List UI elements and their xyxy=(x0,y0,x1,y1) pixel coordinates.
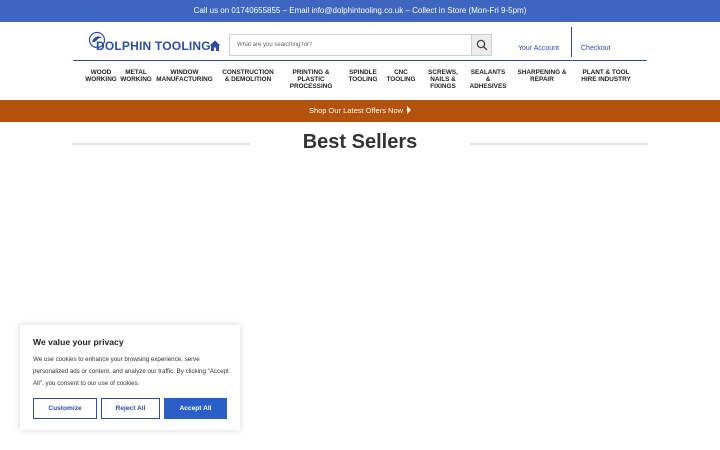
nav-item-sealants-adhesives[interactable]: SEALANTS & ADHESIVES xyxy=(466,69,510,90)
nav-item-cnc-tooling[interactable]: CNC TOOLING xyxy=(385,69,417,83)
home-icon[interactable] xyxy=(208,39,222,53)
cookie-consent-banner: We value your privacy We use cookies to … xyxy=(20,325,240,430)
latest-offers-banner[interactable]: Shop Our Latest Offers Now xyxy=(0,100,720,122)
nav-item-construction-demolition[interactable]: CONSTRUCTION & DEMOLITION xyxy=(219,69,277,83)
nav-item-plant-tool-hire[interactable]: PLANT & TOOL HIRE INDUSTRY xyxy=(576,69,636,83)
nav-item-screws-nails-fixings[interactable]: SCREWS, NAILS & FIXINGS xyxy=(425,69,461,90)
search-input[interactable] xyxy=(230,35,472,55)
checkout-link[interactable]: Checkout xyxy=(581,45,611,52)
section-rule-left xyxy=(72,143,250,145)
contact-topbar: Call us on 01740655855 – Email info@dolp… xyxy=(0,0,720,22)
header-divider xyxy=(571,27,572,57)
reject-all-button[interactable]: Reject All xyxy=(101,398,160,419)
search-bar xyxy=(229,34,492,56)
cookie-title: We value your privacy xyxy=(33,337,124,347)
nav-item-window-manufacturing[interactable]: WINDOW MANUFACTURING xyxy=(154,69,215,83)
best-sellers-heading: Best Sellers xyxy=(302,131,418,153)
nav-item-spindle-tooling[interactable]: SPINDLE TOOLING xyxy=(345,69,381,83)
nav-item-printing-plastic[interactable]: PRINTING & PLASTIC PROCESSING xyxy=(286,69,336,90)
cookie-description: We use cookies to enhance your browsing … xyxy=(33,356,229,387)
site-header: DOLPHIN TOOLING Your Account Checkout WO… xyxy=(0,22,720,100)
nav-item-sharpening-repair[interactable]: SHARPENING & REPAIR xyxy=(514,69,570,83)
nav-item-metal-working[interactable]: METAL WORKING xyxy=(119,69,153,83)
accept-all-button[interactable]: Accept All xyxy=(164,398,227,419)
site-logo[interactable]: DOLPHIN TOOLING xyxy=(88,31,211,55)
search-icon xyxy=(476,39,488,51)
caret-right-icon xyxy=(407,106,412,114)
nav-divider-line xyxy=(73,60,647,61)
customize-button[interactable]: Customize xyxy=(33,398,97,419)
search-button[interactable] xyxy=(471,35,491,55)
nav-item-wood-working[interactable]: WOOD WORKING xyxy=(85,69,117,83)
logo-text: DOLPHIN TOOLING xyxy=(96,39,211,53)
offers-label: Shop Our Latest Offers Now xyxy=(308,106,404,115)
your-account-link[interactable]: Your Account xyxy=(518,45,559,52)
section-rule-right xyxy=(470,143,648,145)
